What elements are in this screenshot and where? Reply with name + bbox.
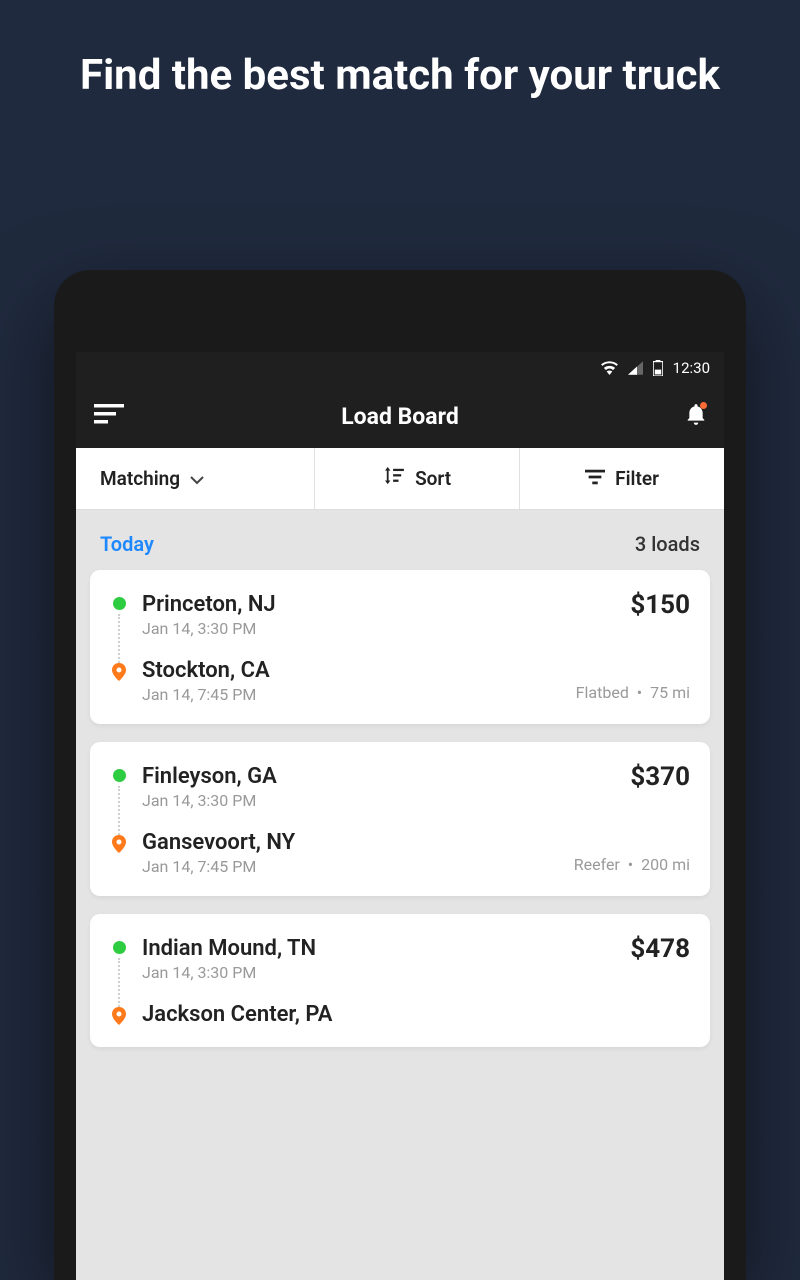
dest-leg: Jackson Center, PA <box>110 1002 690 1027</box>
notifications-button[interactable] <box>686 403 706 429</box>
origin-city: Finleyson, GA <box>142 764 690 789</box>
filter-icon <box>585 467 605 490</box>
status-time: 12:30 <box>673 359 710 377</box>
section-date: Today <box>100 532 154 556</box>
device-frame: 12:30 Load Board Matching <box>54 270 746 1280</box>
destination-pin-icon <box>110 658 128 681</box>
sort-label: Sort <box>415 467 451 490</box>
notification-dot <box>700 402 707 409</box>
wifi-icon <box>601 361 618 375</box>
battery-icon <box>653 360 663 376</box>
chevron-down-icon <box>190 467 204 490</box>
sort-icon <box>383 467 405 490</box>
origin-dot-icon <box>113 941 126 954</box>
load-card[interactable]: $478 Indian Mound, TN Jan 14, 3:30 PM Ja… <box>90 914 710 1047</box>
sort-button[interactable]: Sort <box>315 448 520 509</box>
origin-leg: Finleyson, GA Jan 14, 3:30 PM <box>110 764 690 810</box>
load-meta: Reefer • 200 mi <box>574 855 690 874</box>
origin-leg: Princeton, NJ Jan 14, 3:30 PM <box>110 592 690 638</box>
origin-city: Princeton, NJ <box>142 592 690 617</box>
matching-label: Matching <box>100 467 180 490</box>
origin-dot-icon <box>113 769 126 782</box>
controls-row: Matching Sort <box>76 448 724 510</box>
app-header: Load Board <box>76 384 724 448</box>
menu-icon[interactable] <box>94 404 124 428</box>
promo-title: Find the best match for your truck <box>0 0 800 105</box>
origin-time: Jan 14, 3:30 PM <box>142 791 690 810</box>
cellular-icon <box>628 361 643 375</box>
dest-city: Gansevoort, NY <box>142 830 690 855</box>
load-cards: $150 Princeton, NJ Jan 14, 3:30 PM Stock… <box>76 570 724 1065</box>
origin-city: Indian Mound, TN <box>142 936 690 961</box>
origin-time: Jan 14, 3:30 PM <box>142 963 690 982</box>
section-header: Today 3 loads <box>76 510 724 570</box>
dest-city: Jackson Center, PA <box>142 1002 690 1027</box>
load-meta: Flatbed • 75 mi <box>576 683 690 702</box>
load-card[interactable]: $370 Finleyson, GA Jan 14, 3:30 PM Ganse… <box>90 742 710 896</box>
status-bar: 12:30 <box>76 352 724 384</box>
destination-pin-icon <box>110 1002 128 1025</box>
device-screen: 12:30 Load Board Matching <box>76 352 724 1280</box>
filter-button[interactable]: Filter <box>520 448 724 509</box>
origin-time: Jan 14, 3:30 PM <box>142 619 690 638</box>
origin-dot-icon <box>113 597 126 610</box>
dest-city: Stockton, CA <box>142 658 690 683</box>
matching-dropdown[interactable]: Matching <box>76 448 315 509</box>
origin-leg: Indian Mound, TN Jan 14, 3:30 PM <box>110 936 690 982</box>
destination-pin-icon <box>110 830 128 853</box>
load-card[interactable]: $150 Princeton, NJ Jan 14, 3:30 PM Stock… <box>90 570 710 724</box>
section-count: 3 loads <box>635 532 700 556</box>
filter-label: Filter <box>615 467 659 490</box>
page-title: Load Board <box>76 403 724 430</box>
